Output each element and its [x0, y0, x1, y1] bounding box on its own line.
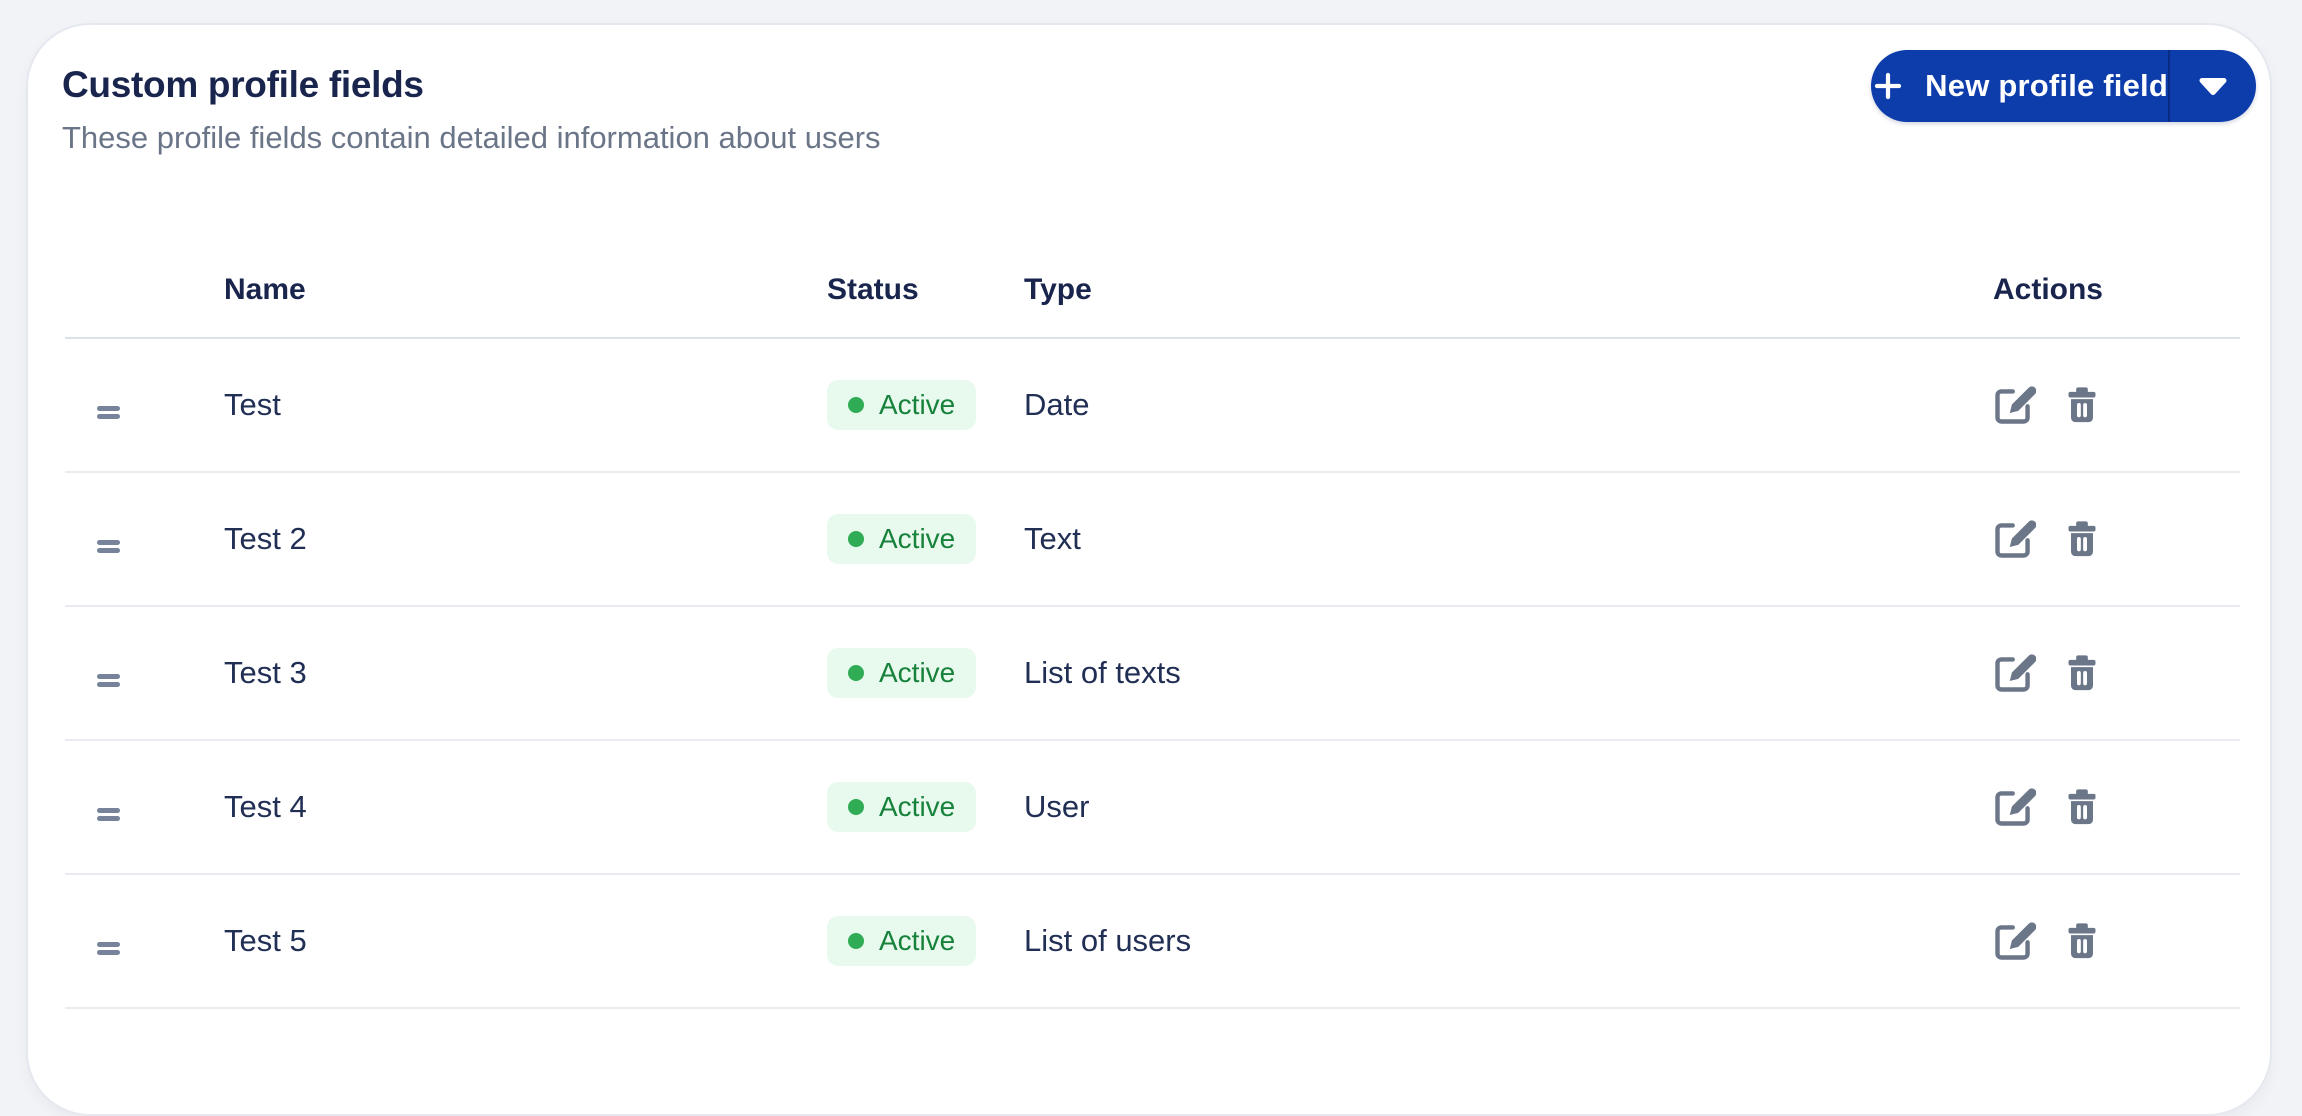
trash-icon — [2062, 384, 2102, 426]
table-row: Test 2 Active Text — [65, 473, 2240, 607]
table-row: Test 3 Active List of texts — [65, 607, 2240, 741]
row-drag-cell — [65, 651, 224, 695]
status-label: Active — [879, 389, 956, 420]
row-status-cell: Active — [827, 514, 1024, 564]
table-row: Test 5 Active List of users — [65, 875, 2240, 1009]
row-actions-cell — [1856, 382, 2240, 428]
plus-icon — [1871, 69, 1905, 103]
column-header-actions: Actions — [1992, 273, 2103, 306]
row-name: Test 4 — [224, 789, 307, 824]
row-name: Test 2 — [224, 521, 307, 556]
new-profile-field-split-button: New profile field — [1871, 50, 2256, 122]
edit-icon — [1992, 517, 2036, 561]
row-type: User — [1024, 789, 1090, 824]
status-badge: Active — [827, 380, 977, 430]
status-badge: Active — [827, 648, 977, 698]
row-type: Date — [1024, 387, 1090, 422]
trash-icon — [2062, 786, 2102, 828]
row-type: List of texts — [1024, 655, 1181, 690]
status-label: Active — [879, 657, 956, 688]
row-name: Test — [224, 387, 281, 422]
page-subtitle: These profile fields contain detailed in… — [62, 120, 881, 155]
row-drag-cell — [65, 517, 224, 561]
status-label: Active — [879, 523, 956, 554]
row-type: Text — [1024, 521, 1081, 556]
row-drag-cell — [65, 785, 224, 829]
status-label: Active — [879, 925, 956, 956]
row-status-cell: Active — [827, 648, 1024, 698]
trash-icon — [2062, 652, 2102, 694]
edit-button[interactable] — [1991, 650, 2037, 696]
new-profile-field-label: New profile field — [1925, 68, 2168, 103]
drag-handle-icon[interactable] — [92, 934, 125, 963]
edit-icon — [1992, 383, 2036, 427]
status-badge: Active — [827, 916, 977, 966]
table-row: Test 4 Active User — [65, 741, 2240, 875]
table-row: Test Active Date — [65, 339, 2240, 473]
row-actions-cell — [1856, 784, 2240, 830]
row-actions-cell — [1856, 650, 2240, 696]
column-header-name: Name — [224, 273, 306, 306]
delete-button[interactable] — [2059, 784, 2105, 830]
status-badge: Active — [827, 782, 977, 832]
new-profile-field-button[interactable]: New profile field — [1871, 50, 2168, 122]
drag-handle-icon[interactable] — [92, 532, 125, 561]
status-badge: Active — [827, 514, 977, 564]
custom-profile-fields-card: Custom profile fields These profile fiel… — [26, 23, 2272, 1116]
edit-icon — [1992, 785, 2036, 829]
status-dot-icon — [848, 397, 864, 413]
row-drag-cell — [65, 919, 224, 963]
delete-button[interactable] — [2059, 918, 2105, 964]
status-dot-icon — [848, 933, 864, 949]
row-status-cell: Active — [827, 916, 1024, 966]
row-status-cell: Active — [827, 782, 1024, 832]
column-header-type: Type — [1024, 273, 1092, 306]
row-name: Test 3 — [224, 655, 307, 690]
edit-icon — [1992, 651, 2036, 695]
edit-button[interactable] — [1991, 516, 2037, 562]
drag-handle-icon[interactable] — [92, 398, 125, 427]
row-type: List of users — [1024, 923, 1192, 958]
drag-handle-icon[interactable] — [92, 800, 125, 829]
row-name: Test 5 — [224, 923, 307, 958]
trash-icon — [2062, 920, 2102, 962]
row-drag-cell — [65, 383, 224, 427]
status-dot-icon — [848, 799, 864, 815]
edit-button[interactable] — [1991, 784, 2037, 830]
status-dot-icon — [848, 531, 864, 547]
status-dot-icon — [848, 665, 864, 681]
edit-icon — [1992, 919, 2036, 963]
drag-handle-icon[interactable] — [92, 666, 125, 695]
edit-button[interactable] — [1991, 918, 2037, 964]
column-header-status: Status — [827, 273, 919, 306]
row-actions-cell — [1856, 918, 2240, 964]
trash-icon — [2062, 518, 2102, 560]
profile-fields-table: Name Status Type Actions Test Active Dat… — [65, 243, 2240, 1009]
new-profile-field-dropdown-button[interactable] — [2170, 50, 2256, 122]
row-actions-cell — [1856, 516, 2240, 562]
delete-button[interactable] — [2059, 382, 2105, 428]
table-body: Test Active Date Test 2 Active Text Test… — [65, 339, 2240, 1009]
delete-button[interactable] — [2059, 516, 2105, 562]
row-status-cell: Active — [827, 380, 1024, 430]
edit-button[interactable] — [1991, 382, 2037, 428]
status-label: Active — [879, 791, 956, 822]
caret-down-icon — [2198, 76, 2228, 96]
table-header-row: Name Status Type Actions — [65, 243, 2240, 339]
delete-button[interactable] — [2059, 650, 2105, 696]
